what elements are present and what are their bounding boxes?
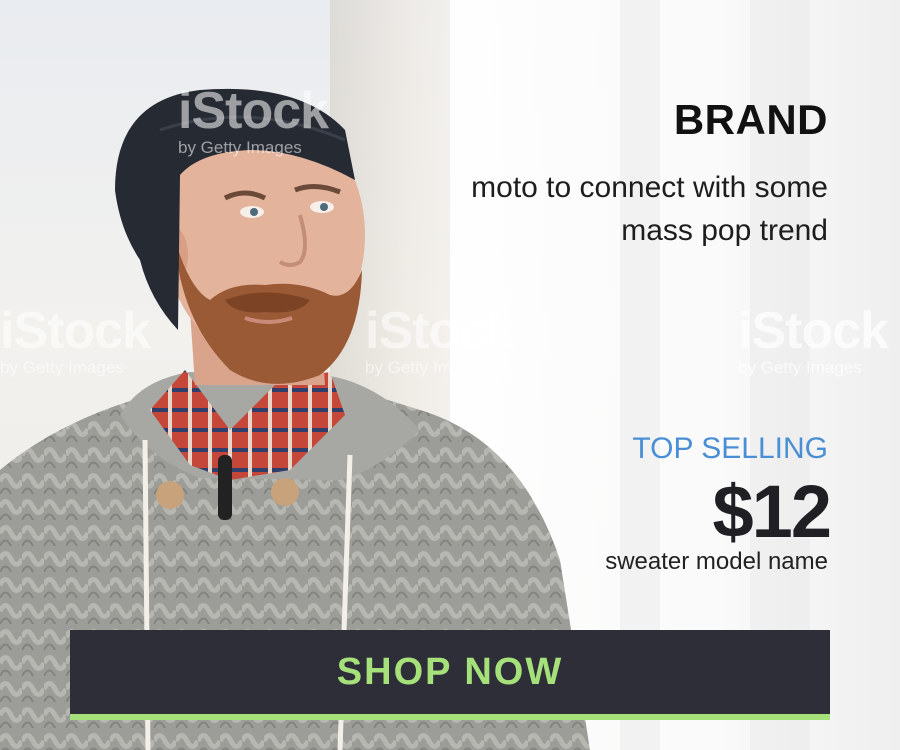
top-selling-label: TOP SELLING [632,432,828,465]
sweater-button [271,478,299,506]
sweater-button [156,481,184,509]
price: $12 [712,470,832,553]
shop-now-button[interactable]: SHOP NOW [70,630,830,720]
brand-tagline: moto to connect with some mass pop trend [471,171,828,247]
model-name: sweater model name [605,548,828,575]
toggle-button [218,455,232,520]
eye-pupil [320,203,328,211]
eye-pupil [250,208,258,216]
brand-title: BRAND [673,96,828,143]
banner-ad: iStock by Getty Images iStock by Getty I… [0,0,900,750]
